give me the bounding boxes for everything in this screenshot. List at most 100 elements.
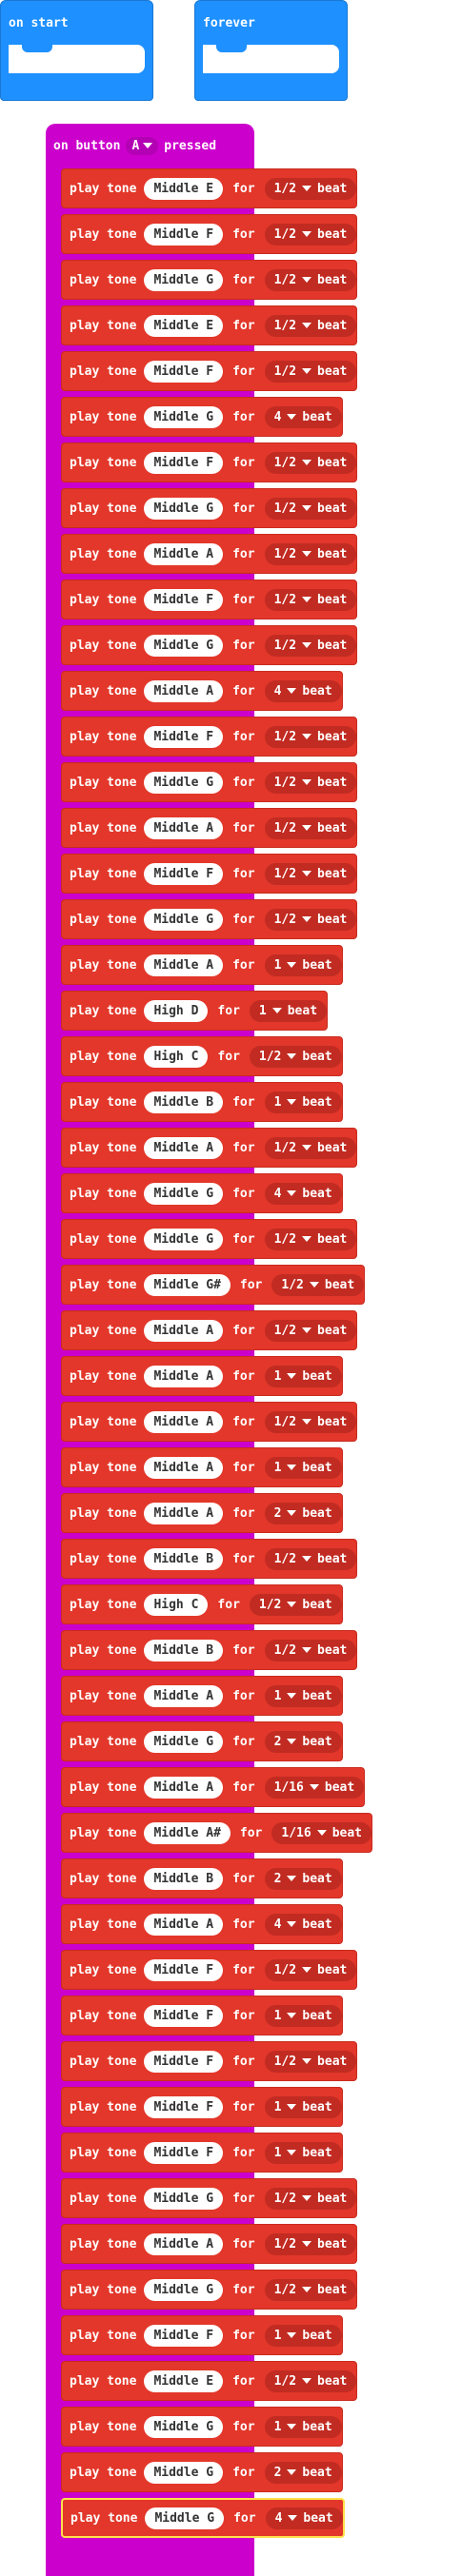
note-picker[interactable]: Middle B (144, 1867, 224, 1890)
note-picker[interactable]: Middle F (144, 2324, 224, 2347)
note-picker[interactable]: Middle A (144, 816, 224, 839)
play-tone-block[interactable]: play tone Middle A for 2 beat (61, 1493, 343, 1533)
play-tone-block[interactable]: play tone Middle E for 1/2 beat (61, 305, 358, 345)
play-tone-block[interactable]: play tone Middle G for 2 beat (61, 2452, 343, 2492)
play-tone-block[interactable]: play tone Middle G# for 1/2 beat (61, 1265, 366, 1305)
play-tone-block[interactable]: play tone Middle A for 1/16 beat (61, 1767, 366, 1807)
play-tone-block[interactable]: play tone Middle B for 1/2 beat (61, 1539, 358, 1579)
beat-dropdown[interactable]: 1/2 beat (264, 1228, 357, 1250)
play-tone-block[interactable]: play tone Middle B for 1 beat (61, 1082, 343, 1122)
play-tone-block[interactable]: play tone Middle G for 1/2 beat (61, 2270, 358, 2310)
note-picker[interactable]: High D (144, 999, 209, 1022)
beat-dropdown[interactable]: 1/2 beat (264, 1410, 357, 1433)
beat-dropdown[interactable]: 4 beat (264, 1182, 342, 1205)
note-picker[interactable]: Middle G (144, 2187, 224, 2210)
play-tone-block[interactable]: play tone Middle F for 1/2 beat (61, 2041, 358, 2081)
beat-dropdown[interactable]: 1/2 beat (264, 2370, 357, 2392)
note-picker[interactable]: Middle F (144, 451, 224, 474)
play-tone-block[interactable]: play tone Middle G for 1/2 beat (61, 488, 358, 528)
play-tone-block[interactable]: play tone Middle A for 1/2 beat (61, 2224, 358, 2264)
note-picker[interactable]: Middle F (144, 1958, 224, 1981)
note-picker[interactable]: Middle B (144, 1547, 224, 1570)
note-picker[interactable]: Middle E (144, 2370, 224, 2392)
button-dropdown[interactable]: A (126, 136, 159, 155)
beat-dropdown[interactable]: 1/2 beat (264, 588, 357, 611)
note-picker[interactable]: Middle A (144, 1456, 224, 1479)
note-picker[interactable]: Middle A (144, 1136, 224, 1159)
beat-dropdown[interactable]: 1/2 beat (264, 771, 357, 794)
note-picker[interactable]: Middle B (144, 1639, 224, 1662)
play-tone-block[interactable]: play tone Middle G for 1/2 beat (61, 2178, 358, 2218)
play-tone-block[interactable]: play tone Middle A for 4 beat (61, 671, 343, 711)
note-picker[interactable]: Middle G (144, 908, 224, 931)
beat-dropdown[interactable]: 4 beat (265, 2507, 343, 2529)
note-picker[interactable]: Middle A (144, 1410, 224, 1433)
play-tone-block[interactable]: play tone Middle B for 2 beat (61, 1858, 343, 1898)
beat-dropdown[interactable]: 1/16 beat (271, 1821, 372, 1844)
play-tone-block[interactable]: play tone Middle A for 1/2 beat (61, 1402, 358, 1442)
note-picker[interactable]: Middle G (145, 2507, 225, 2529)
beat-dropdown[interactable]: 1 beat (264, 2415, 342, 2438)
play-tone-block[interactable]: play tone Middle F for 1/2 beat (61, 442, 358, 482)
play-tone-block[interactable]: play tone High C for 1/2 beat (61, 1036, 343, 1076)
note-picker[interactable]: Middle E (144, 177, 224, 200)
note-picker[interactable]: Middle A (144, 1776, 224, 1799)
play-tone-block[interactable]: play tone Middle G for 1/2 beat (61, 762, 358, 802)
beat-dropdown[interactable]: 4 beat (264, 1913, 342, 1936)
beat-dropdown[interactable]: 2 beat (264, 2461, 342, 2484)
note-picker[interactable]: Middle A (144, 2232, 224, 2255)
play-tone-block[interactable]: play tone Middle F for 1 beat (61, 2087, 343, 2127)
note-picker[interactable]: Middle G (144, 2461, 224, 2484)
note-picker[interactable]: Middle F (144, 725, 224, 748)
note-picker[interactable]: Middle F (144, 862, 224, 885)
beat-dropdown[interactable]: 1/2 beat (249, 1045, 342, 1068)
play-tone-block[interactable]: play tone Middle A for 4 beat (61, 1904, 343, 1944)
beat-dropdown[interactable]: 1 beat (249, 999, 328, 1022)
note-picker[interactable]: High C (144, 1045, 209, 1068)
beat-dropdown[interactable]: 1/2 beat (264, 360, 357, 383)
beat-dropdown[interactable]: 1/2 beat (264, 451, 357, 474)
beat-dropdown[interactable]: 4 beat (264, 679, 342, 702)
beat-dropdown[interactable]: 1/2 beat (264, 634, 357, 657)
note-picker[interactable]: Middle E (144, 314, 224, 337)
beat-dropdown[interactable]: 1 beat (264, 954, 342, 976)
beat-dropdown[interactable]: 2 beat (264, 1502, 342, 1524)
beat-dropdown[interactable]: 1/2 beat (264, 725, 357, 748)
play-tone-block[interactable]: play tone Middle F for 1/2 beat (61, 717, 358, 757)
note-picker[interactable]: Middle F (144, 588, 224, 611)
beat-dropdown[interactable]: 1/2 beat (264, 223, 357, 246)
note-picker[interactable]: Middle F (144, 360, 224, 383)
beat-dropdown[interactable]: 1 beat (264, 1684, 342, 1707)
play-tone-block[interactable]: play tone High C for 1/2 beat (61, 1584, 343, 1624)
beat-dropdown[interactable]: 1/2 beat (264, 2232, 357, 2255)
note-picker[interactable]: Middle F (144, 2050, 224, 2073)
note-picker[interactable]: Middle A# (144, 1821, 231, 1844)
play-tone-block[interactable]: play tone Middle F for 1/2 beat (61, 1950, 358, 1990)
beat-dropdown[interactable]: 1/2 beat (264, 1547, 357, 1570)
beat-dropdown[interactable]: 1 beat (264, 1091, 342, 1113)
play-tone-block[interactable]: play tone Middle G for 1 beat (61, 2407, 343, 2447)
beat-dropdown[interactable]: 1/2 beat (264, 1319, 357, 1342)
play-tone-block[interactable]: play tone Middle E for 1/2 beat (61, 168, 358, 208)
note-picker[interactable]: Middle F (144, 2095, 224, 2118)
play-tone-block[interactable]: play tone Middle G for 2 beat (61, 1721, 343, 1761)
beat-dropdown[interactable]: 1/2 beat (264, 862, 357, 885)
note-picker[interactable]: Middle G (144, 497, 224, 520)
play-tone-block[interactable]: play tone Middle G for 1/2 beat (61, 1219, 358, 1259)
note-picker[interactable]: Middle G (144, 2415, 224, 2438)
play-tone-block[interactable]: play tone Middle F for 1 beat (61, 2133, 343, 2173)
play-tone-block[interactable]: play tone Middle A# for 1/16 beat (61, 1813, 373, 1853)
note-picker[interactable]: Middle G (144, 268, 224, 291)
beat-dropdown[interactable]: 1/2 beat (271, 1273, 365, 1296)
note-picker[interactable]: Middle G (144, 405, 224, 428)
play-tone-block[interactable]: play tone Middle G for 4 beat (61, 1173, 343, 1213)
beat-dropdown[interactable]: 1 beat (264, 2141, 342, 2164)
note-picker[interactable]: Middle A (144, 1365, 224, 1387)
play-tone-block[interactable]: play tone Middle A for 1 beat (61, 1356, 343, 1396)
beat-dropdown[interactable]: 1/2 beat (264, 1639, 357, 1662)
note-picker[interactable]: Middle G (144, 1228, 224, 1250)
beat-dropdown[interactable]: 1 beat (264, 1456, 342, 1479)
beat-dropdown[interactable]: 4 beat (264, 405, 342, 428)
play-tone-block[interactable]: play tone Middle F for 1/2 beat (61, 351, 358, 391)
play-tone-block[interactable]: play tone Middle E for 1/2 beat (61, 2361, 358, 2401)
